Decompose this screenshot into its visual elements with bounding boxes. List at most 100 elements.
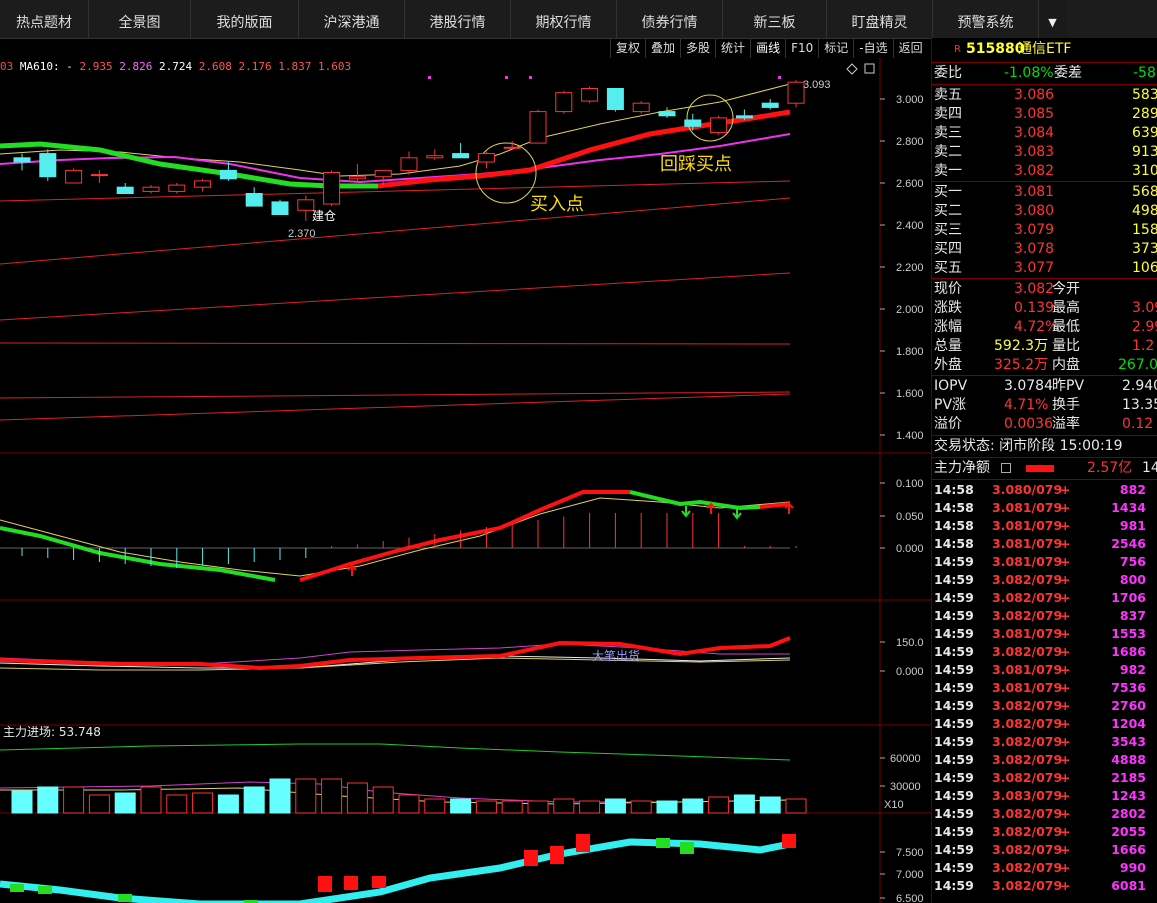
bid-price: 3.079 bbox=[1014, 222, 1055, 238]
toolbar-button[interactable]: 复权 bbox=[610, 38, 645, 58]
bid-row[interactable]: 买五 3.077 1060 bbox=[932, 259, 1157, 278]
nav-item[interactable]: 盯盘精灵 bbox=[827, 0, 933, 38]
candle bbox=[555, 90, 573, 114]
tick-row[interactable]: 14:58 3.080/079 +882 bbox=[932, 481, 1157, 499]
ask-row[interactable]: 卖三 3.084 639 bbox=[932, 124, 1157, 143]
tick-row[interactable]: 14:58 3.081/079 +2546 bbox=[932, 535, 1157, 553]
toolbar-button[interactable]: 多股 bbox=[680, 38, 715, 58]
nav-item[interactable]: 预警系统 bbox=[933, 0, 1039, 38]
volume-bar bbox=[682, 798, 704, 814]
tick-row[interactable]: 14:59 3.081/079 +1553 bbox=[932, 625, 1157, 643]
ask-row[interactable]: 卖四 3.085 289 bbox=[932, 105, 1157, 124]
bid-row[interactable]: 买四 3.078 373 bbox=[932, 240, 1157, 259]
stat-label-2: 今开 bbox=[1052, 281, 1080, 297]
bid-row[interactable]: 买二 3.080 498 bbox=[932, 202, 1157, 221]
volume-bar bbox=[269, 778, 291, 814]
tick-time: 14:59 bbox=[934, 806, 974, 821]
tick-time: 14:59 bbox=[934, 842, 974, 857]
ask-row[interactable]: 卖五 3.086 583 bbox=[932, 86, 1157, 105]
volume-bar bbox=[11, 790, 33, 814]
tick-row[interactable]: 14:58 3.081/079 +1434 bbox=[932, 499, 1157, 517]
candle-body bbox=[245, 193, 263, 207]
tick-row[interactable]: 14:59 3.082/079 +1686 bbox=[932, 643, 1157, 661]
ask-volume: 583 bbox=[1132, 87, 1157, 103]
candle-body bbox=[13, 157, 31, 163]
candle-body bbox=[194, 180, 212, 188]
tick-row[interactable]: 14:59 3.082/079 +990 bbox=[932, 859, 1157, 877]
tick-row[interactable]: 14:59 3.082/079 +1706 bbox=[932, 589, 1157, 607]
tick-row[interactable]: 14:58 3.081/079 +981 bbox=[932, 517, 1157, 535]
tick-row[interactable]: 14:59 3.081/079 +982 bbox=[932, 661, 1157, 679]
main-net-bar bbox=[1026, 465, 1054, 472]
nav-item[interactable]: 新三板 bbox=[723, 0, 827, 38]
nav-item[interactable]: 我的版面 bbox=[191, 0, 299, 38]
tick-volume: 1243 bbox=[1111, 788, 1146, 803]
tick-row[interactable]: 14:59 3.082/079 +837 bbox=[932, 607, 1157, 625]
tick-time: 14:59 bbox=[934, 680, 974, 695]
stat-row: 外盘 325.2万内盘 267.07 bbox=[932, 356, 1157, 375]
nav-item[interactable]: 期权行情 bbox=[511, 0, 617, 38]
tick-price: 3.081/079 bbox=[992, 536, 1063, 551]
y-axis-labels: 3.000 2.800 2.600 2.400 2.200 2.000 1.800 1.600… bbox=[890, 94, 924, 903]
tick-price: 3.082/079 bbox=[992, 806, 1063, 821]
tick-time: 14:59 bbox=[934, 716, 974, 731]
iopv-value-2: 2.940 bbox=[1122, 378, 1157, 394]
tick-row[interactable]: 14:59 3.081/079 +756 bbox=[932, 553, 1157, 571]
tick-row[interactable]: 14:59 3.082/079 +1204 bbox=[932, 715, 1157, 733]
main-net-row: 主力净额 2.57亿 14 bbox=[932, 459, 1157, 478]
tick-volume: 3543 bbox=[1111, 734, 1146, 749]
ask-price: 3.085 bbox=[1014, 106, 1055, 122]
tick-row[interactable]: 14:59 3.083/079 +1243 bbox=[932, 787, 1157, 805]
volume-bar bbox=[553, 798, 575, 814]
tick-row[interactable]: 14:59 3.082/079 +2055 bbox=[932, 823, 1157, 841]
tick-row[interactable]: 14:59 3.082/079 +3543 bbox=[932, 733, 1157, 751]
toolbar-button[interactable]: 统计 bbox=[715, 38, 750, 58]
tick-row[interactable]: 14:59 3.081/079 +7536 bbox=[932, 679, 1157, 697]
plus-icon: + bbox=[1060, 806, 1071, 821]
bid-row[interactable]: 买一 3.081 568 bbox=[932, 183, 1157, 202]
nav-item[interactable]: 全景图 bbox=[89, 0, 191, 38]
plus-icon: + bbox=[1060, 824, 1071, 839]
kline-chart-area[interactable]: 3.000 2.800 2.600 2.400 2.200 2.000 1.800 1.600… bbox=[0, 58, 931, 903]
volume-bar bbox=[321, 778, 343, 814]
tick-row[interactable]: 14:59 3.082/079 +1666 bbox=[932, 841, 1157, 859]
toolbar-button[interactable]: 标记 bbox=[818, 38, 853, 58]
tick-row[interactable]: 14:59 3.082/079 +2185 bbox=[932, 769, 1157, 787]
toolbar-button[interactable]: -自选 bbox=[853, 38, 892, 58]
toolbar-button[interactable]: 叠加 bbox=[645, 38, 680, 58]
tick-row[interactable]: 14:59 3.082/079 +2802 bbox=[932, 805, 1157, 823]
tick-row[interactable]: 14:59 3.082/079 +4888 bbox=[932, 751, 1157, 769]
candle bbox=[245, 187, 263, 207]
tick-volume: 756 bbox=[1119, 554, 1146, 569]
tick-row[interactable]: 14:59 3.082/079 +6081 bbox=[932, 877, 1157, 895]
stat-value: 325.2万 bbox=[994, 357, 1049, 373]
tick-price: 3.081/079 bbox=[992, 626, 1063, 641]
tick-volume: 982 bbox=[1119, 662, 1146, 677]
tick-row[interactable]: 14:59 3.082/079 +2760 bbox=[932, 697, 1157, 715]
divider bbox=[932, 435, 1157, 436]
ask-row[interactable]: 卖一 3.082 310 bbox=[932, 162, 1157, 181]
iopv-label: PV涨 bbox=[934, 397, 967, 413]
ask-row[interactable]: 卖二 3.083 913 bbox=[932, 143, 1157, 162]
plus-icon: + bbox=[1060, 500, 1071, 515]
tick-row[interactable]: 14:59 3.082/079 +800 bbox=[932, 571, 1157, 589]
toolbar-button[interactable]: 返回 bbox=[892, 38, 928, 58]
toolbar-button[interactable]: 画线 bbox=[750, 38, 785, 58]
volume-bar bbox=[217, 794, 239, 814]
toolbar-button[interactable]: F10 bbox=[785, 38, 818, 58]
bid-row[interactable]: 买三 3.079 158 bbox=[932, 221, 1157, 240]
nav-item[interactable]: 债券行情 bbox=[617, 0, 723, 38]
y-tick-label: 2.400 bbox=[896, 220, 924, 232]
candle bbox=[116, 183, 134, 194]
candle bbox=[13, 153, 31, 171]
iopv-value-2: 0.12 bbox=[1122, 416, 1154, 432]
nav-item[interactable]: 沪深港通 bbox=[299, 0, 405, 38]
long-ma-line bbox=[0, 342, 791, 345]
chart-toolbar: 复权 叠加 多股 统计 画线 F10 标记 -自选 返回 bbox=[610, 38, 928, 58]
stat-label-2: 最低 bbox=[1052, 319, 1080, 335]
ask-price: 3.084 bbox=[1014, 125, 1055, 141]
divider bbox=[932, 375, 1157, 376]
chevron-down-icon[interactable]: ▼ bbox=[1039, 0, 1066, 38]
nav-item[interactable]: 热点题材 bbox=[0, 0, 89, 38]
nav-item[interactable]: 港股行情 bbox=[405, 0, 511, 38]
